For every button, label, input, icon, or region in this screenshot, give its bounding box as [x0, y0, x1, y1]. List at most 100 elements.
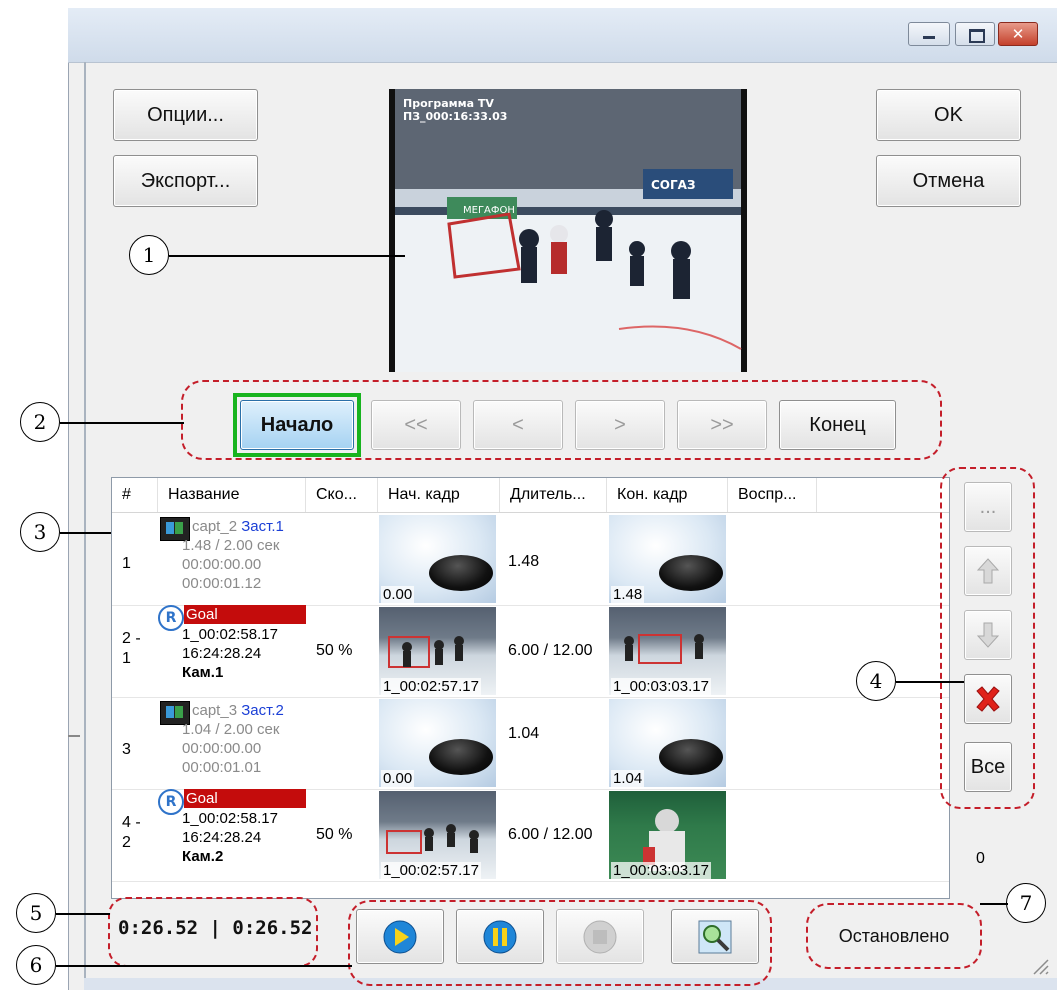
row-number: 3 [122, 741, 131, 758]
play-button[interactable] [356, 909, 444, 964]
end-frame-thumbnail: 1.04 [609, 699, 726, 787]
hockey-scene-image: Программа TV ПЗ_000:16:33.03 СОГАЗ МЕГАФ… [395, 89, 742, 372]
start-frame-thumbnail: 0.00 [379, 699, 496, 787]
col-header-speed[interactable]: Ско... [306, 478, 378, 512]
play-icon [383, 920, 417, 953]
close-button[interactable]: ✕ [998, 22, 1038, 46]
clip-end-time: 00:00:01.01 [182, 759, 262, 776]
callout-1-line [169, 255, 405, 257]
maximize-button[interactable] [955, 22, 995, 46]
arrow-down-icon [977, 622, 999, 648]
cancel-button[interactable]: Отмена [876, 155, 1021, 207]
stop-button[interactable] [556, 909, 644, 964]
start-frame-thumbnail: 1_00:02:57.17 [379, 791, 496, 879]
counter-value: 0 [976, 850, 985, 867]
row-number: 1 [122, 555, 131, 572]
duration-value: 1.48 [508, 553, 540, 570]
move-down-button[interactable] [964, 610, 1012, 660]
callout-2-line [60, 422, 184, 424]
step-forward-button[interactable]: > [575, 400, 665, 450]
table-header: # Название Ско... Нач. кадр Длитель... К… [112, 478, 949, 513]
col-header-number[interactable]: # [112, 478, 158, 512]
duration-value: 1.04 [508, 725, 540, 742]
start-frame-label: 0.00 [381, 586, 415, 603]
end-frame-label: 1.48 [611, 586, 645, 603]
select-all-button[interactable]: Все [964, 742, 1012, 792]
clip-start-time: 00:00:00.00 [182, 556, 262, 573]
clip-end-time: 00:00:01.12 [182, 575, 262, 592]
goal-tag: Goal [184, 605, 306, 624]
end-frame-label: 1.04 [611, 770, 645, 787]
clip-duration-text: 1.04 / 2.00 сек [182, 721, 280, 738]
speed-value: 50 % [316, 826, 353, 843]
start-frame-label: 0.00 [381, 770, 415, 787]
end-button[interactable]: Конец [779, 400, 896, 450]
replay-icon: R [158, 789, 184, 815]
ok-button[interactable]: OK [876, 89, 1021, 141]
callout-6-line [56, 965, 352, 967]
pause-icon [483, 920, 517, 953]
end-frame-label: 1_00:03:03.17 [611, 678, 711, 695]
callout-6: 6 [16, 945, 56, 985]
start-frame-label: 1_00:02:57.17 [381, 862, 481, 879]
clip-timecode: 1_00:02:58.17 [182, 626, 278, 643]
overlay-line2: ПЗ_000:16:33.03 [403, 110, 507, 123]
callout-7-line [980, 903, 1008, 905]
duration-value: 6.00 / 12.00 [508, 826, 593, 843]
move-up-button[interactable] [964, 546, 1012, 596]
splitter-mark [68, 735, 80, 737]
clip-tag: Заст.2 [241, 702, 284, 719]
callout-4: 4 [856, 661, 896, 701]
more-options-button[interactable]: ... [964, 482, 1012, 532]
export-button[interactable]: Экспорт... [113, 155, 258, 207]
clip-camera: Кам.2 [182, 848, 224, 865]
table-row[interactable]: 4 - 2 R Goal 1_00:02:58.17 16:24:28.24 К… [112, 789, 949, 882]
puck-image [659, 555, 723, 591]
start-frame-thumbnail: 1_00:02:57.17 [379, 607, 496, 695]
col-header-name[interactable]: Название [158, 478, 306, 512]
replay-icon: R [158, 605, 184, 631]
clip-name: capt_3 [192, 702, 238, 719]
pause-button[interactable] [456, 909, 544, 964]
puck-image [659, 739, 723, 775]
callout-5: 5 [16, 893, 56, 933]
table-row[interactable]: 1 capt_2 Заст.1 1.48 / 2.00 сек 00:00:00… [112, 513, 949, 606]
status-text: Остановлено [838, 925, 950, 946]
arrow-up-icon [977, 558, 999, 584]
clip-start-time: 00:00:00.00 [182, 740, 262, 757]
row-number: 4 - 2 [122, 814, 141, 851]
start-button[interactable]: Начало [240, 400, 354, 450]
minimize-button[interactable] [908, 22, 950, 46]
table-row[interactable]: 2 - 1 R Goal 1_00:02:58.17 16:24:28.24 К… [112, 605, 949, 698]
delete-x-icon [976, 686, 1000, 712]
overlay-line1: Программа TV [403, 97, 494, 110]
sponsor-board-2: МЕГАФОН [463, 205, 515, 216]
forward-fast-button[interactable]: >> [677, 400, 767, 450]
col-header-end-frame[interactable]: Кон. кадр [607, 478, 728, 512]
clip-camera: Кам.1 [182, 664, 224, 681]
end-frame-thumbnail: 1_00:03:03.17 [609, 607, 726, 695]
col-header-playback[interactable]: Воспр... [728, 478, 817, 512]
table-row[interactable]: 3 capt_3 Заст.2 1.04 / 2.00 сек 00:00:00… [112, 697, 949, 790]
row-number: 2 - 1 [122, 630, 141, 667]
maximize-icon [969, 29, 985, 43]
minimize-icon [923, 36, 935, 39]
col-header-duration[interactable]: Длитель... [500, 478, 607, 512]
end-frame-label: 1_00:03:03.17 [611, 862, 711, 879]
start-frame-thumbnail: 0.00 [379, 515, 496, 603]
goal-tag: Goal [184, 789, 306, 808]
step-back-button[interactable]: < [473, 400, 563, 450]
options-button[interactable]: Опции... [113, 89, 258, 141]
col-header-start-frame[interactable]: Нач. кадр [378, 478, 500, 512]
rewind-fast-button[interactable]: << [371, 400, 461, 450]
callout-1: 1 [129, 235, 169, 275]
preview-zoom-button[interactable] [671, 909, 759, 964]
clip-name-cell: capt_2 Заст.1 [192, 517, 284, 536]
clip-timecode: 1_00:02:58.17 [182, 810, 278, 827]
puck-image [429, 739, 493, 775]
clips-table: # Название Ско... Нач. кадр Длитель... К… [111, 477, 950, 899]
duration-value: 6.00 / 12.00 [508, 642, 593, 659]
resize-grip-icon[interactable] [1030, 956, 1050, 976]
clip-name-cell: capt_3 Заст.2 [192, 701, 284, 720]
delete-button[interactable] [964, 674, 1012, 724]
